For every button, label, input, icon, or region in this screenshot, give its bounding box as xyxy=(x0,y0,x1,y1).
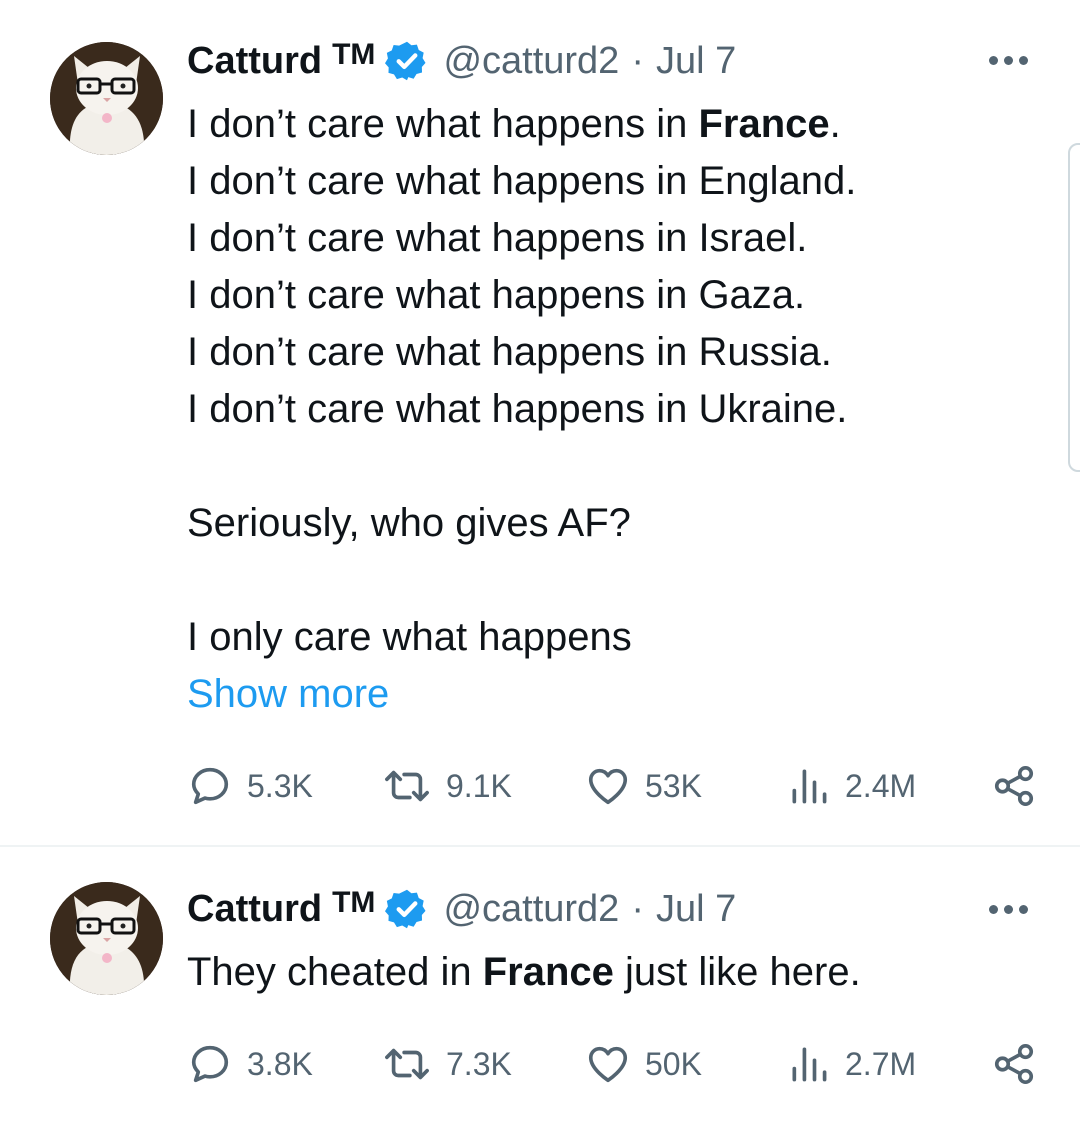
tweet-header: Catturd TM @catturd2 · Jul 7 xyxy=(187,884,736,934)
tweet-header: Catturd TM @catturd2 · Jul 7 xyxy=(187,36,736,86)
share-icon xyxy=(994,765,1034,807)
author-handle[interactable]: @catturd2 xyxy=(443,40,619,83)
more-horizontal-icon[interactable] xyxy=(989,905,1028,914)
tweet-line: I don’t care what happens in Ukraine. xyxy=(187,387,848,431)
line-text: I don’t care what happens in xyxy=(187,102,699,146)
author-name[interactable]: Catturd xyxy=(187,40,322,83)
retweet-button[interactable]: 9.1K xyxy=(382,756,512,816)
scrollbar[interactable] xyxy=(1068,143,1080,472)
tweet[interactable]: Catturd TM @catturd2 · Jul 7 They cheate… xyxy=(0,850,1080,1121)
trademark-mark: TM xyxy=(332,38,376,71)
heart-icon xyxy=(588,768,628,805)
reply-icon xyxy=(191,1045,229,1083)
tweet-divider xyxy=(0,845,1080,847)
reply-icon xyxy=(191,767,229,805)
tweet-line: They cheated in France just like here. xyxy=(187,944,861,1001)
retweet-icon xyxy=(385,1048,429,1080)
reply-count: 3.8K xyxy=(247,1045,313,1082)
heart-icon xyxy=(588,1046,628,1083)
tweet-line: I don’t care what happens in France. xyxy=(187,96,856,153)
tweet[interactable]: Catturd TM @catturd2 · Jul 7 I don’t car… xyxy=(0,0,1080,845)
cat-avatar-image xyxy=(50,882,163,995)
tweet-line: I don’t care what happens in Gaza. xyxy=(187,273,806,317)
line-text: . xyxy=(829,102,841,146)
bold-text: France xyxy=(698,102,830,146)
views-count: 2.7M xyxy=(845,1045,917,1082)
reply-button[interactable]: 5.3K xyxy=(187,756,313,816)
tweet-actions: 5.3K 9.1K 53K 2.4M xyxy=(187,756,1037,816)
reply-count: 5.3K xyxy=(247,767,313,804)
tweet-text: I don’t care what happens in France. I d… xyxy=(187,96,856,723)
tweet-text: They cheated in France just like here. xyxy=(187,944,861,1001)
like-button[interactable]: 50K xyxy=(585,1034,702,1094)
share-icon xyxy=(994,1043,1034,1085)
tweet-timestamp[interactable]: Jul 7 xyxy=(656,888,736,931)
verified-badge-icon xyxy=(385,41,426,81)
retweet-count: 9.1K xyxy=(446,767,512,804)
share-button[interactable] xyxy=(991,1034,1037,1094)
show-more-link[interactable]: Show more xyxy=(187,666,856,723)
avatar[interactable] xyxy=(50,42,163,155)
tweet-paragraph: I only care what happens xyxy=(187,615,632,659)
views-button[interactable]: 2.7M xyxy=(787,1034,916,1094)
author-name[interactable]: Catturd xyxy=(187,888,322,931)
tweet-line: I don’t care what happens in Russia. xyxy=(187,330,832,374)
tweet-line: I don’t care what happens in Israel. xyxy=(187,216,808,260)
views-icon xyxy=(792,1047,827,1082)
author-handle[interactable]: @catturd2 xyxy=(443,888,619,931)
like-button[interactable]: 53K xyxy=(585,756,702,816)
avatar[interactable] xyxy=(50,882,163,995)
tweet-line: I don’t care what happens in England. xyxy=(187,159,857,203)
retweet-button[interactable]: 7.3K xyxy=(382,1034,512,1094)
line-text: They cheated in xyxy=(187,950,483,994)
separator-dot: · xyxy=(631,39,644,82)
like-count: 53K xyxy=(645,767,702,804)
share-button[interactable] xyxy=(991,756,1037,816)
reply-button[interactable]: 3.8K xyxy=(187,1034,313,1094)
separator-dot: · xyxy=(631,887,644,930)
views-icon xyxy=(792,769,827,804)
tweet-paragraph: Seriously, who gives AF? xyxy=(187,501,631,545)
like-count: 50K xyxy=(645,1045,702,1082)
bold-text: France xyxy=(482,950,614,994)
cat-avatar-image xyxy=(50,42,163,155)
trademark-mark: TM xyxy=(332,886,376,919)
tweet-actions: 3.8K 7.3K 50K 2.7M xyxy=(187,1034,1037,1094)
verified-badge-icon xyxy=(385,889,426,929)
views-button[interactable]: 2.4M xyxy=(787,756,916,816)
views-count: 2.4M xyxy=(845,767,917,804)
retweet-count: 7.3K xyxy=(446,1045,512,1082)
more-horizontal-icon[interactable] xyxy=(989,56,1028,65)
tweet-timestamp[interactable]: Jul 7 xyxy=(656,40,736,83)
retweet-icon xyxy=(385,770,429,802)
line-text: just like here. xyxy=(613,950,861,994)
